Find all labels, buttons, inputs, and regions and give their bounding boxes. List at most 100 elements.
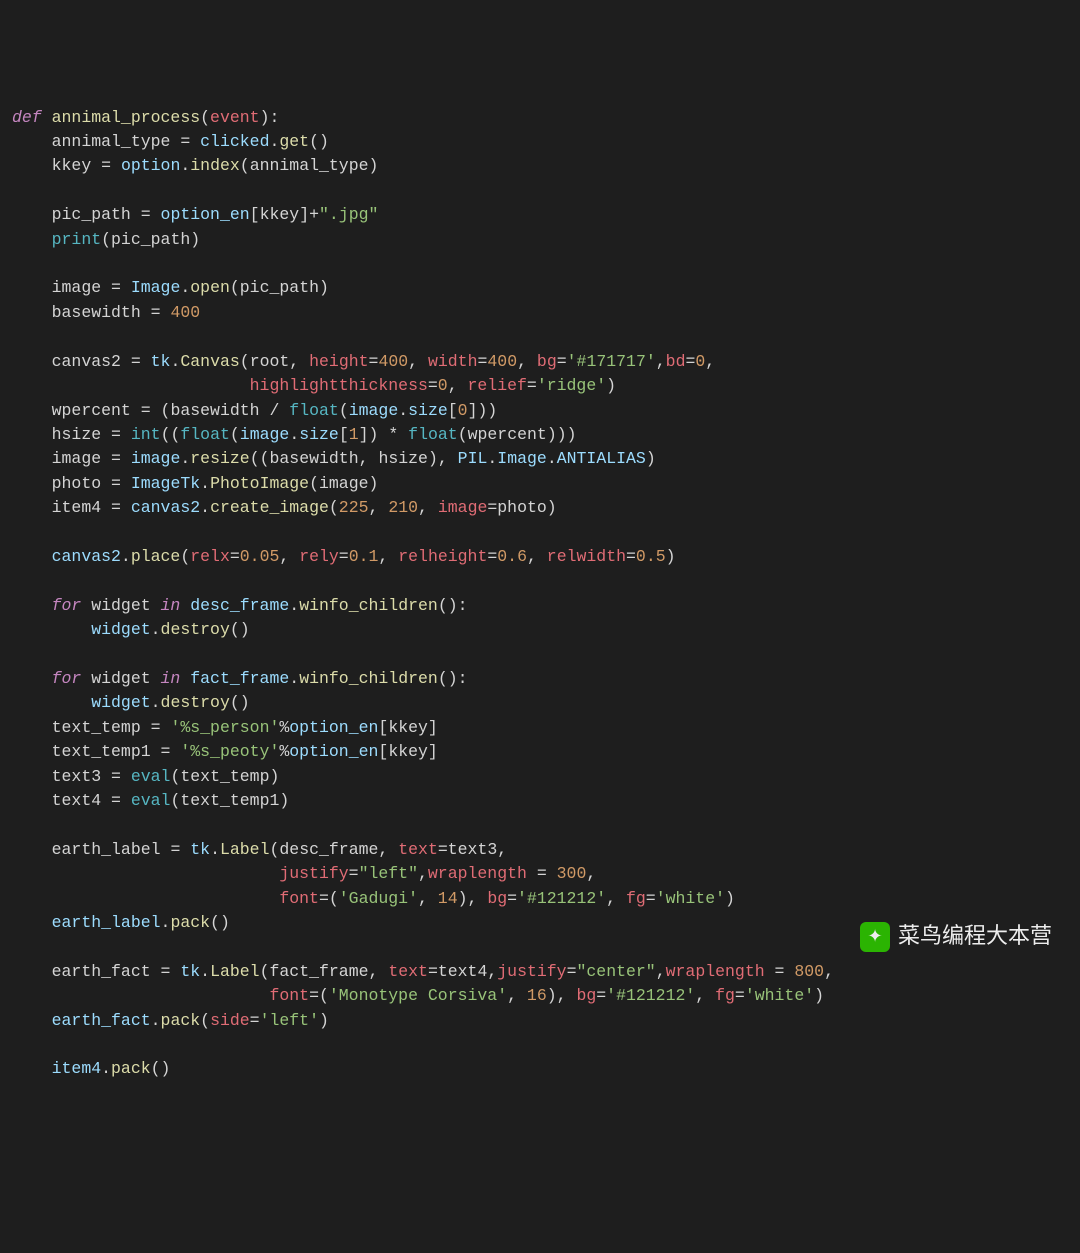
token-pn: ] [299, 205, 309, 224]
code-line[interactable]: wpercent = (basewidth / float(image.size… [12, 399, 1080, 423]
token-op: = [111, 498, 131, 517]
token-pn [12, 156, 52, 175]
token-pn: , [289, 352, 309, 371]
token-str: '%s_peoty' [180, 742, 279, 761]
token-pn: ( [200, 108, 210, 127]
code-line[interactable]: earth_fact = tk.Label(fact_frame, text=t… [12, 960, 1080, 984]
code-line[interactable] [12, 325, 1080, 349]
token-op: = [170, 840, 190, 859]
token-pn: . [487, 449, 497, 468]
code-line[interactable]: pic_path = option_en[kkey]+".jpg" [12, 203, 1080, 227]
token-pn [12, 864, 279, 883]
token-pn [12, 669, 52, 688]
token-kwarg: width [428, 352, 478, 371]
token-pn: , [418, 864, 428, 883]
code-line[interactable]: canvas2 = tk.Canvas(root, height=400, wi… [12, 350, 1080, 374]
code-line[interactable]: widget.destroy() [12, 618, 1080, 642]
token-pn [12, 132, 52, 151]
token-pn: ( [319, 986, 329, 1005]
code-line[interactable]: item4.pack() [12, 1057, 1080, 1081]
token-pn: ]) [359, 425, 389, 444]
code-line[interactable]: font=('Monotype Corsiva', 16), bg='#1212… [12, 984, 1080, 1008]
token-var: annimal_type [250, 156, 369, 175]
token-pn: (( [250, 449, 270, 468]
code-line[interactable]: print(pic_path) [12, 228, 1080, 252]
token-pn [12, 791, 52, 810]
code-line[interactable]: image = image.resize((basewidth, hsize),… [12, 447, 1080, 471]
code-line[interactable]: justify="left",wraplength = 300, [12, 862, 1080, 886]
token-pn: , [606, 889, 626, 908]
code-line[interactable]: photo = ImageTk.PhotoImage(image) [12, 472, 1080, 496]
token-kwarg: side [210, 1011, 250, 1030]
code-line[interactable]: earth_label = tk.Label(desc_frame, text=… [12, 838, 1080, 862]
token-prop: ANTIALIAS [557, 449, 646, 468]
token-pn [12, 889, 279, 908]
token-pn: ( [101, 230, 111, 249]
code-line[interactable]: for widget in desc_frame.winfo_children(… [12, 594, 1080, 618]
token-num: 0.1 [349, 547, 379, 566]
token-fn: open [190, 278, 230, 297]
token-pn: ( [309, 474, 319, 493]
token-fn: Label [220, 840, 270, 859]
code-line[interactable]: widget.destroy() [12, 691, 1080, 715]
code-line[interactable]: font=('Gadugi', 14), bg='#121212', fg='w… [12, 887, 1080, 911]
token-pn: , [497, 840, 507, 859]
token-pn: ( [329, 889, 339, 908]
token-pn: [ [339, 425, 349, 444]
code-line[interactable] [12, 252, 1080, 276]
token-op: = [319, 889, 329, 908]
token-obj: canvas2 [131, 498, 200, 517]
code-line[interactable]: hsize = int((float(image.size[1]) * floa… [12, 423, 1080, 447]
token-fn: pack [161, 1011, 201, 1030]
token-fn: annimal_process [52, 108, 201, 127]
token-pn: . [289, 596, 299, 615]
code-line[interactable]: text4 = eval(text_temp1) [12, 789, 1080, 813]
token-op: = [250, 1011, 260, 1030]
token-pn [12, 742, 52, 761]
code-line[interactable]: earth_fact.pack(side='left') [12, 1009, 1080, 1033]
code-line[interactable] [12, 643, 1080, 667]
token-pn: ( [240, 156, 250, 175]
code-line[interactable]: item4 = canvas2.create_image(225, 210, i… [12, 496, 1080, 520]
token-pn: . [180, 156, 190, 175]
token-pn: ] [428, 742, 438, 761]
token-pn: , [408, 352, 428, 371]
token-op: = [438, 840, 448, 859]
code-line[interactable]: for widget in fact_frame.winfo_children(… [12, 667, 1080, 691]
token-op: = [111, 425, 131, 444]
code-line[interactable]: basewidth = 400 [12, 301, 1080, 325]
code-line[interactable]: text_temp = '%s_person'%option_en[kkey] [12, 716, 1080, 740]
token-pn: ( [170, 791, 180, 810]
code-line[interactable]: highlightthickness=0, relief='ridge') [12, 374, 1080, 398]
code-line[interactable] [12, 179, 1080, 203]
code-line[interactable]: text_temp1 = '%s_peoty'%option_en[kkey] [12, 740, 1080, 764]
token-pn: ( [170, 767, 180, 786]
token-var: text_temp [52, 718, 151, 737]
token-obj: canvas2 [52, 547, 121, 566]
token-pn: . [398, 401, 408, 420]
token-var: kkey [52, 156, 102, 175]
token-op: = [557, 352, 567, 371]
token-pn [12, 498, 52, 517]
code-line[interactable]: text3 = eval(text_temp) [12, 765, 1080, 789]
token-fn: index [190, 156, 240, 175]
token-prop: size [299, 425, 339, 444]
code-line[interactable]: kkey = option.index(annimal_type) [12, 154, 1080, 178]
token-obj: option_en [289, 742, 378, 761]
code-line[interactable]: image = Image.open(pic_path) [12, 276, 1080, 300]
token-var: kkey [388, 718, 428, 737]
code-line[interactable]: canvas2.place(relx=0.05, rely=0.1, relhe… [12, 545, 1080, 569]
token-var: text3 [448, 840, 498, 859]
code-line[interactable]: annimal_type = clicked.get() [12, 130, 1080, 154]
code-line[interactable] [12, 521, 1080, 545]
code-line[interactable] [12, 813, 1080, 837]
code-line[interactable]: def annimal_process(event): [12, 106, 1080, 130]
code-line[interactable] [12, 569, 1080, 593]
token-op: = [685, 352, 695, 371]
token-op: = [151, 718, 171, 737]
token-var: annimal_type [52, 132, 181, 151]
token-obj: image [240, 425, 290, 444]
code-line[interactable] [12, 1033, 1080, 1057]
token-kwarg: justify [497, 962, 566, 981]
token-pn: , [824, 962, 834, 981]
